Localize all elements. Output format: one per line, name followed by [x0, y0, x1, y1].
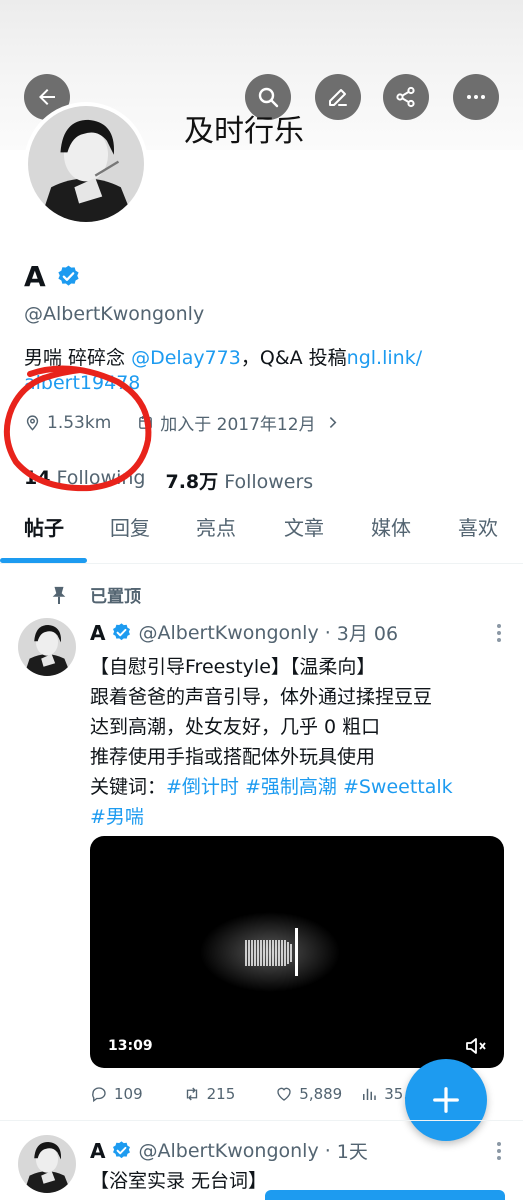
tweet-author-name[interactable]: A — [90, 1139, 105, 1163]
like-count: 5,889 — [299, 1085, 343, 1103]
tweet-separator: · — [324, 621, 331, 644]
avatar-image — [18, 618, 76, 676]
views-icon — [363, 1088, 376, 1100]
video-duration: 13:09 — [108, 1038, 153, 1054]
profile-avatar[interactable] — [24, 102, 148, 226]
bio-mention-link[interactable]: @Delay773 — [131, 347, 241, 369]
like-button[interactable]: 5,889 — [275, 1085, 342, 1103]
tweet-more-icon[interactable] — [497, 1142, 503, 1160]
retweet-icon — [186, 1087, 197, 1101]
tweet-line: 【自慰引导Freestyle】【温柔向】 — [90, 656, 376, 678]
tweet-avatar[interactable] — [18, 1135, 76, 1193]
hashtag-link[interactable]: #男喘 — [90, 806, 144, 828]
bio-text: 男喘 碎碎念 — [24, 347, 132, 369]
heart-icon — [277, 1087, 291, 1101]
avatar-image — [18, 1135, 76, 1193]
followers-label: Followers — [224, 471, 314, 493]
tweet-body: 【浴室实录 无台词】 — [90, 1170, 268, 1192]
active-tab-indicator — [0, 558, 87, 563]
calendar-icon — [139, 416, 153, 429]
verified-badge-icon[interactable] — [56, 264, 81, 289]
views-button[interactable]: 35. — [360, 1085, 408, 1103]
tweet-line: 达到高潮，处女友好，几乎 0 粗口 — [90, 716, 381, 738]
more-icon — [467, 95, 485, 99]
joined-text: 加入于 2017年12月 — [160, 415, 316, 435]
video-frame — [200, 912, 340, 992]
following-label: Following — [56, 467, 146, 489]
tweet-time[interactable]: 3月 06 — [337, 619, 398, 646]
hashtag-link[interactable]: #强制高潮 — [245, 776, 337, 798]
tweet-avatar[interactable] — [18, 618, 76, 676]
tweet-line: 推荐使用手指或搭配体外玩具使用 — [90, 746, 376, 768]
retweet-button[interactable]: 215 — [183, 1085, 236, 1103]
reply-button[interactable]: 109 — [90, 1085, 143, 1103]
verified-badge-icon — [111, 622, 132, 643]
plus-icon — [433, 1087, 459, 1113]
profile-handle: @AlbertKwongonly — [24, 303, 205, 325]
tweet-divider — [0, 1120, 523, 1121]
following-link[interactable]: 14 Following — [24, 467, 145, 494]
mute-icon[interactable] — [464, 1034, 488, 1058]
tweet-header: A @AlbertKwongonly · 3月 06 — [90, 619, 398, 646]
profile-header-title: 及时行乐 — [184, 114, 304, 149]
tweet-keywords-line: 关键词：#倒计时 #强制高潮 #Sweettalk — [90, 772, 510, 802]
tweet-more-icon[interactable] — [497, 624, 503, 642]
followers-link[interactable]: 7.8万 Followers — [165, 467, 313, 494]
bio-text-middle: ，Q&A 投稿 — [240, 347, 347, 369]
location-pin-icon — [26, 415, 39, 431]
tweet-body: 【自慰引导Freestyle】【温柔向】 跟着爸爸的声音引导，体外通过揉捏豆豆 … — [90, 652, 510, 832]
pin-icon — [52, 586, 66, 604]
location-text: 1.53km — [47, 412, 112, 433]
tweet-author-handle[interactable]: @AlbertKwongonly — [138, 622, 318, 644]
following-count: 14 — [24, 467, 51, 489]
tab-replies[interactable]: 回复 — [110, 508, 150, 564]
reply-count: 109 — [114, 1085, 143, 1103]
joined-item[interactable]: 加入于 2017年12月 — [137, 410, 340, 435]
profile-name: A — [24, 260, 46, 293]
avatar-image — [28, 106, 144, 222]
share-icon — [396, 86, 415, 108]
media-preview-edge — [265, 1190, 505, 1200]
tweet-line: 跟着爸爸的声音引导，体外通过揉捏豆豆 — [90, 686, 433, 708]
tweet-author-handle[interactable]: @AlbertKwongonly — [138, 1140, 318, 1162]
edit-button[interactable] — [315, 74, 361, 120]
chevron-right-icon — [329, 416, 337, 429]
hashtag-link[interactable]: #倒计时 — [166, 776, 239, 798]
tweet-header: A @AlbertKwongonly · 1天 — [90, 1137, 368, 1164]
pinned-label: 已置顶 — [90, 587, 141, 607]
pinned-indicator: 已置顶 — [50, 582, 141, 607]
tab-highlights[interactable]: 亮点 — [196, 508, 236, 564]
share-button[interactable] — [383, 74, 429, 120]
tweet-author-name[interactable]: A — [90, 621, 105, 645]
keywords-label: 关键词： — [90, 776, 167, 798]
retweet-count: 215 — [206, 1085, 236, 1103]
compose-fab-button[interactable] — [405, 1059, 487, 1141]
profile-tabs: 帖子 回复 亮点 文章 媒体 喜欢 — [0, 508, 523, 564]
tweet-separator: · — [324, 1139, 331, 1162]
location-item: 1.53km — [24, 413, 111, 433]
profile-meta: 1.53km 加入于 2017年12月 — [24, 410, 341, 435]
tab-posts[interactable]: 帖子 — [24, 508, 64, 564]
edit-icon — [329, 89, 347, 106]
follow-stats: 14 Following 7.8万 Followers — [24, 467, 313, 494]
tweet-time[interactable]: 1天 — [337, 1137, 368, 1164]
tab-media[interactable]: 媒体 — [371, 508, 411, 564]
tab-articles[interactable]: 文章 — [284, 508, 324, 564]
more-options-button[interactable] — [453, 74, 499, 120]
verified-badge-icon — [111, 1140, 132, 1161]
bio-url-link-cont[interactable]: albert19478 — [24, 372, 140, 394]
followers-count: 7.8万 — [165, 471, 219, 493]
hashtag-link[interactable]: #Sweettalk — [343, 776, 453, 798]
tab-likes[interactable]: 喜欢 — [458, 508, 498, 564]
bio-url-link[interactable]: ngl.link/ — [347, 347, 422, 369]
tweet-video[interactable]: 13:09 — [90, 836, 504, 1068]
profile-name-row: A — [24, 260, 81, 293]
profile-bio: 男喘 碎碎念 @Delay773，Q&A 投稿ngl.link/albert19… — [24, 346, 504, 396]
reply-icon — [92, 1087, 106, 1103]
